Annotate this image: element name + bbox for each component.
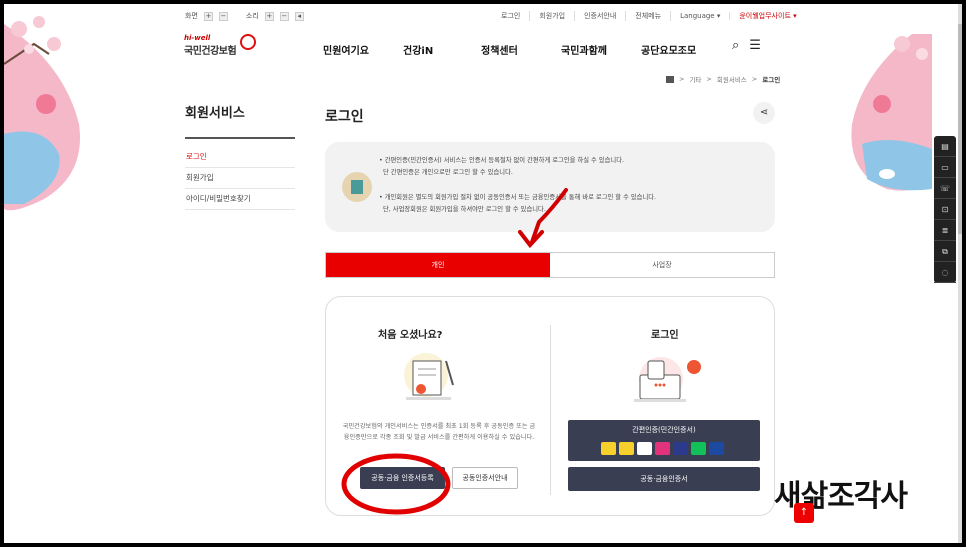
copy-icon[interactable]: ⧉ (934, 241, 956, 262)
document-icon[interactable]: ▤ (934, 136, 956, 157)
browser-viewport: 화면 + − 소리 + − ◂ 로그인 회원가입 인증서안내 전체메뉴 Lang… (4, 4, 962, 543)
page-scrollbar[interactable] (958, 4, 962, 543)
phone-icon[interactable]: ☏ (934, 178, 956, 199)
quick-menu: ▤ ▭ ☏ ⊡ ≣ ⧉ ◌ (934, 136, 956, 283)
scroll-to-top-button[interactable]: ↑ (794, 503, 814, 523)
red-annotation-marks (341, 188, 568, 515)
chat-icon[interactable]: ◌ (934, 262, 956, 283)
monitor-icon[interactable]: ▭ (934, 157, 956, 178)
lock-icon[interactable]: ⊡ (934, 199, 956, 220)
list-icon[interactable]: ≣ (934, 220, 956, 241)
